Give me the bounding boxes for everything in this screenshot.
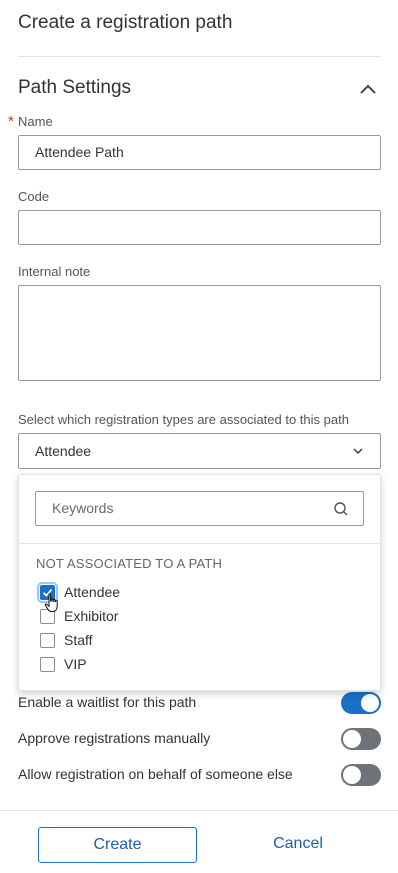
toggle-knob xyxy=(343,730,361,748)
toggle-knob xyxy=(361,694,379,712)
code-input[interactable] xyxy=(18,210,381,245)
option-label: Staff xyxy=(64,632,93,648)
registration-types-select[interactable]: Attendee xyxy=(18,433,381,469)
create-button[interactable]: Create xyxy=(38,827,197,863)
chevron-up-icon[interactable] xyxy=(358,80,378,100)
toggle-knob xyxy=(343,766,361,784)
footer-divider xyxy=(0,810,398,811)
on-behalf-toggle[interactable] xyxy=(341,764,381,786)
internal-note-label: Internal note xyxy=(18,264,91,279)
option-label: Exhibitor xyxy=(64,608,119,624)
checkbox[interactable] xyxy=(40,656,55,672)
hand-cursor-icon xyxy=(44,593,58,612)
code-label: Code xyxy=(18,189,50,204)
panel-divider xyxy=(19,543,380,544)
option-staff[interactable]: Staff xyxy=(40,630,93,650)
registration-path-form: Create a registration path Path Settings… xyxy=(0,0,398,873)
approve-manually-toggle[interactable] xyxy=(341,728,381,750)
header-divider xyxy=(18,56,381,57)
on-behalf-toggle-label: Allow registration on behalf of someone … xyxy=(18,766,293,782)
waitlist-toggle[interactable] xyxy=(341,692,381,714)
waitlist-toggle-label: Enable a waitlist for this path xyxy=(18,694,197,710)
approve-manually-toggle-label: Approve registrations manually xyxy=(18,730,211,746)
option-label: VIP xyxy=(64,656,87,672)
cancel-button[interactable]: Cancel xyxy=(248,827,348,863)
checkbox[interactable] xyxy=(40,632,55,648)
internal-note-textarea[interactable] xyxy=(18,285,381,381)
option-label: Attendee xyxy=(64,584,121,600)
registration-types-label: Select which registration types are asso… xyxy=(18,412,349,427)
page-title: Create a registration path xyxy=(18,12,233,33)
search-placeholder: Keywords xyxy=(52,500,114,516)
group-heading: NOT ASSOCIATED TO A PATH xyxy=(36,556,223,571)
chevron-down-icon xyxy=(353,448,363,454)
section-title: Path Settings xyxy=(18,77,132,98)
search-icon[interactable] xyxy=(333,501,349,517)
registration-types-dropdown: Keywords NOT ASSOCIATED TO A PATH Attend… xyxy=(18,474,381,691)
name-input[interactable]: Attendee Path xyxy=(18,135,381,170)
required-marker: * xyxy=(8,113,14,130)
registration-types-selected-value: Attendee xyxy=(35,443,92,459)
option-vip[interactable]: VIP xyxy=(40,654,87,674)
keywords-search-input[interactable]: Keywords xyxy=(35,491,364,526)
name-label: Name xyxy=(18,114,53,129)
